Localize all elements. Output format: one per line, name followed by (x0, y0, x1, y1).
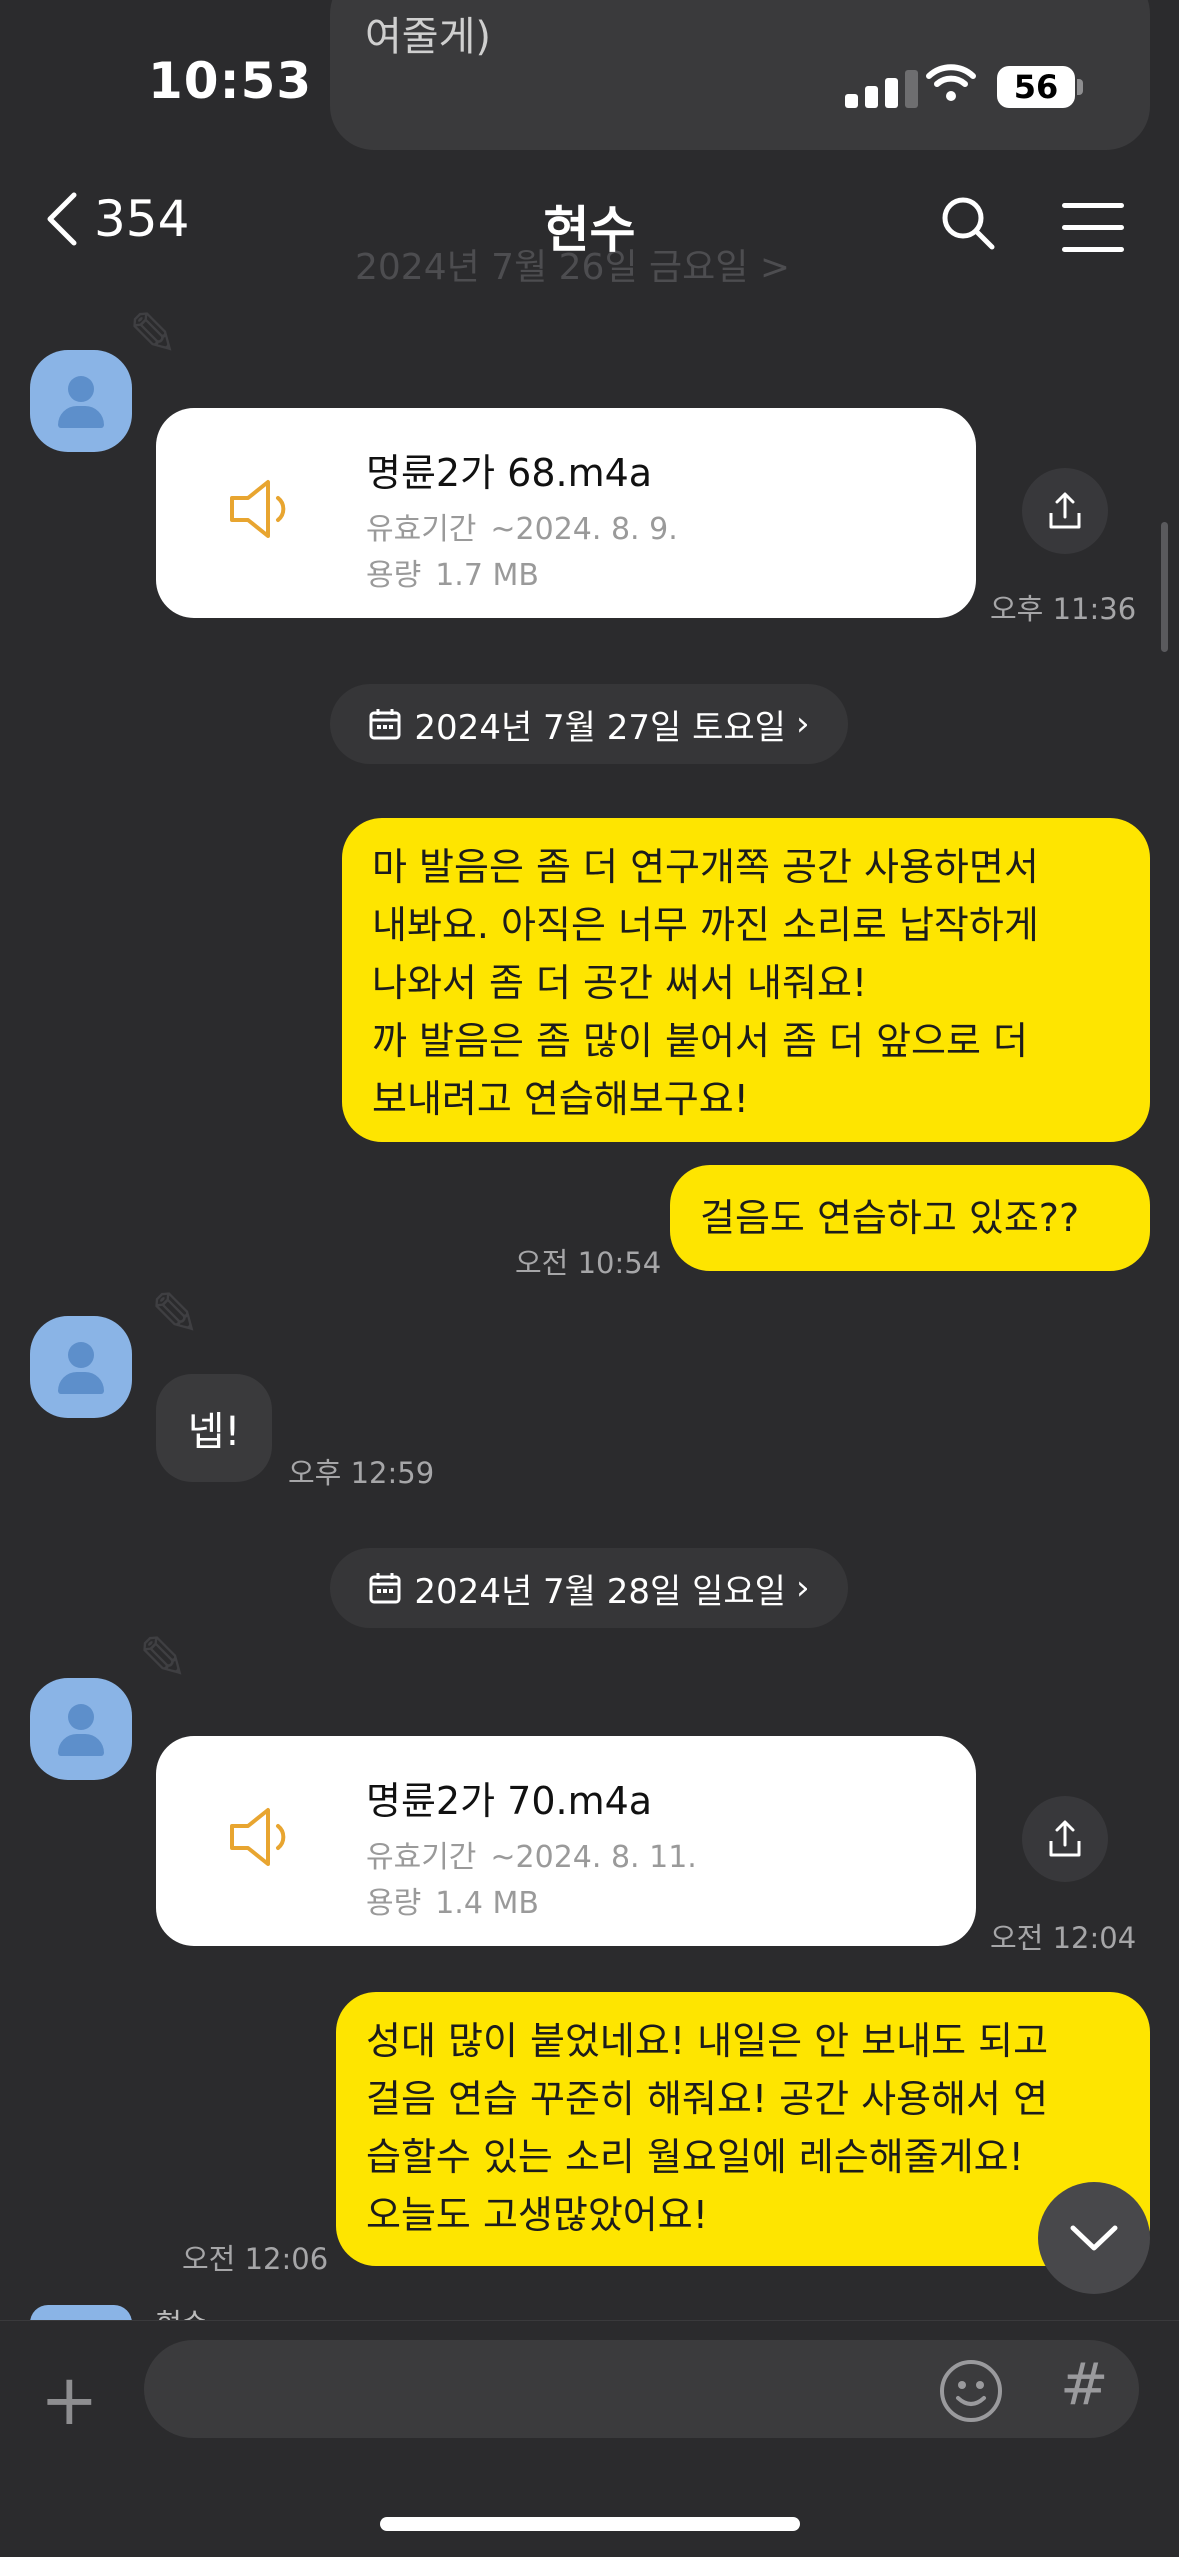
wifi-icon (925, 62, 977, 106)
date-divider[interactable]: 2024년 7월 27일 토요일 › (330, 684, 848, 764)
my-message-bubble[interactable]: 걸음도 연습하고 있죠?? (670, 1165, 1150, 1271)
my-message-bubble[interactable]: 성대 많이 붙었네요! 내일은 안 보내도 되고 걸음 연습 꾸준히 해줘요! … (336, 1992, 1150, 2266)
message-time: 오후 11:36 (990, 592, 1137, 626)
date-divider[interactable]: 2024년 7월 28일 일요일 › (330, 1548, 848, 1628)
message-time: 오후 12:59 (288, 1456, 435, 1490)
calendar-icon (369, 1573, 401, 1604)
home-indicator (380, 2517, 800, 2531)
battery-indicator: 56 (997, 66, 1075, 108)
message-time: 오전 12:04 (990, 1921, 1137, 1955)
avatar[interactable] (30, 1316, 132, 1418)
hash-icon[interactable]: # (1060, 2350, 1109, 2418)
message-time: 오전 10:54 (515, 1246, 662, 1280)
menu-icon[interactable] (1062, 203, 1124, 269)
date-label: 2024년 7월 27일 토요일 (414, 707, 786, 748)
redacted-name-scribble: ✎ (150, 1280, 201, 1350)
chevron-right-icon: › (795, 1568, 810, 1608)
scroll-to-bottom-button[interactable] (1038, 2182, 1150, 2294)
date-label: 2024년 7월 28일 일요일 (414, 1571, 786, 1612)
file-name: 명륜2가 70.m4a (366, 1779, 653, 1823)
emoji-icon[interactable] (938, 2358, 1004, 2428)
chat-title: 현수 (543, 201, 636, 259)
chevron-down-icon (1070, 2225, 1118, 2251)
battery-nub (1077, 79, 1083, 95)
speaker-icon (230, 480, 286, 538)
file-name: 명륜2가 68.m4a (366, 451, 653, 495)
notification-peek-text: 여줄게) (365, 14, 492, 60)
file-message-card[interactable]: 명륜2가 70.m4a 유효기간 ~2024. 8. 11. 용량 1.4 MB (156, 1736, 976, 1946)
avatar[interactable] (30, 350, 132, 452)
share-icon (1049, 1820, 1081, 1857)
file-size: 용량 1.7 MB (366, 558, 539, 593)
other-message-bubble[interactable]: 넵! (156, 1374, 272, 1482)
speaker-icon (230, 1808, 286, 1866)
redacted-name-scribble: ✎ (138, 1624, 189, 1694)
file-expiry: 유효기간 ~2024. 8. 9. (366, 512, 678, 547)
sender-name: 현수 (156, 2302, 208, 2322)
status-time: 10:53 (148, 52, 313, 110)
search-icon[interactable] (940, 195, 996, 255)
share-button[interactable] (1022, 1796, 1108, 1882)
cellular-signal-icon (845, 68, 921, 108)
avatar[interactable] (30, 1678, 132, 1780)
file-size: 용량 1.4 MB (366, 1886, 539, 1921)
redacted-name-scribble: ✎ (128, 300, 179, 370)
scrollbar[interactable] (1161, 522, 1168, 652)
calendar-icon (369, 709, 401, 740)
chevron-right-icon: › (795, 704, 810, 744)
share-button[interactable] (1022, 468, 1108, 554)
plus-icon[interactable]: + (40, 2365, 99, 2435)
message-time: 오전 12:06 (182, 2242, 329, 2276)
share-icon (1049, 492, 1081, 529)
my-message-bubble[interactable]: 마 발음은 좀 더 연구개쪽 공간 사용하면서 내봐요. 아직은 너무 까진 소… (342, 818, 1150, 1142)
file-message-card[interactable]: 명륜2가 68.m4a 유효기간 ~2024. 8. 9. 용량 1.7 MB (156, 408, 976, 618)
file-expiry: 유효기간 ~2024. 8. 11. (366, 1840, 697, 1875)
